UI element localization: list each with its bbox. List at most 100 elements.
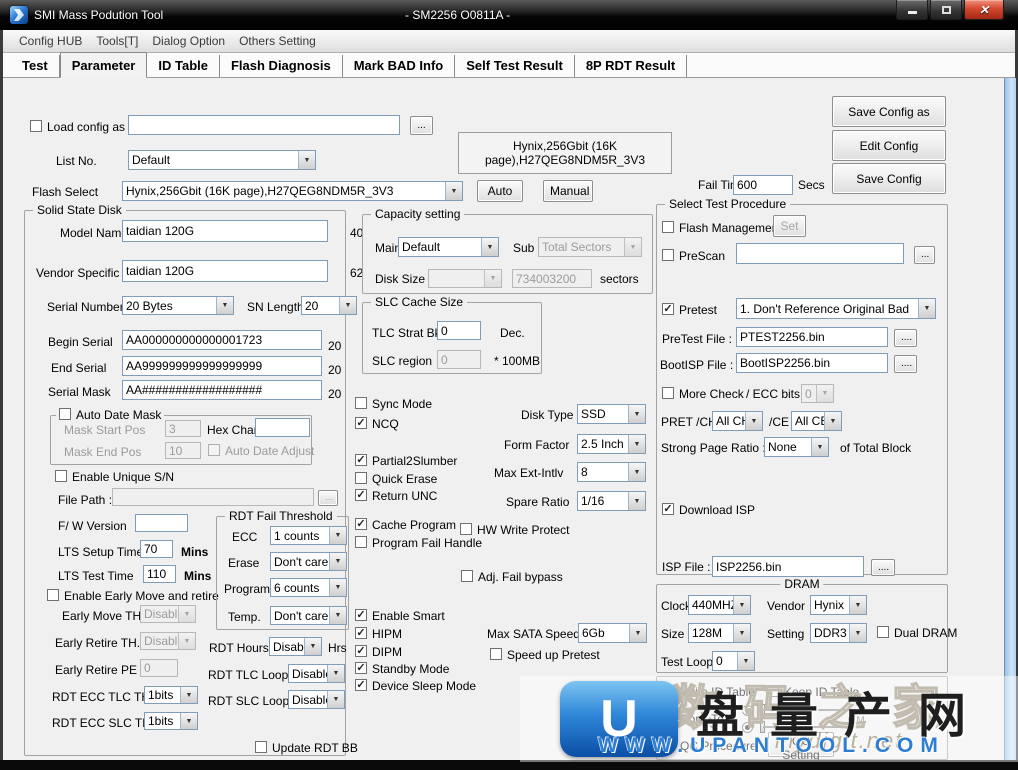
main-capacity-select[interactable]: Default▼ <box>398 237 499 257</box>
rdt-ecc-tlc-th-select[interactable]: 1bits▼ <box>144 686 198 704</box>
form-factor-select[interactable]: 2.5 Inch▼ <box>577 434 646 454</box>
update-rdt-bb-checkbox[interactable]: Update RDT BB <box>255 741 358 755</box>
strong-page-ratio-select[interactable]: None▼ <box>764 437 829 457</box>
serial-mask-input[interactable] <box>122 380 322 400</box>
manual-button[interactable]: Manual <box>543 180 593 202</box>
ncq-checkbox[interactable]: NCQ <box>355 417 399 431</box>
end-serial-input[interactable] <box>122 356 322 376</box>
spare-ratio-select[interactable]: 1/16▼ <box>577 491 646 511</box>
bootisp-file-input[interactable] <box>736 353 888 373</box>
flash-select-dropdown[interactable]: Hynix,256Gbit (16K page),H27QEG8NDM5R_3V… <box>122 181 463 201</box>
max-sata-speed-select[interactable]: 6Gb▼ <box>578 623 647 643</box>
menu-dialog-option[interactable]: Dialog Option <box>152 34 225 48</box>
minimize-button[interactable] <box>896 0 928 20</box>
download-isp-checkbox[interactable]: Download ISP <box>662 503 755 517</box>
fail-timeout-input[interactable] <box>733 175 793 195</box>
hex-char-input[interactable] <box>255 418 310 437</box>
auto-date-mask-checkbox[interactable]: Auto Date Mask <box>56 408 164 422</box>
adj-fail-bypass-checkbox[interactable]: Adj. Fail bypass <box>461 570 563 584</box>
temp-threshold-select[interactable]: Don't care▼ <box>270 606 347 625</box>
rdt-ecc-slc-th-select[interactable]: 1bits▼ <box>144 712 198 730</box>
tab-test[interactable]: Test <box>11 55 60 77</box>
standby-mode-checkbox[interactable]: Standby Mode <box>355 662 449 676</box>
tlc-strat-bk-input[interactable] <box>437 321 481 340</box>
device-sleep-mode-checkbox[interactable]: Device Sleep Mode <box>355 679 476 693</box>
dram-setting-select[interactable]: DDR3▼ <box>810 623 867 643</box>
disk-type-select[interactable]: SSD▼ <box>577 404 646 424</box>
dram-vendor-select[interactable]: Hynix▼ <box>810 595 867 615</box>
slider-1-track[interactable] <box>763 709 856 711</box>
more-check-checkbox[interactable]: More Check <box>662 387 744 401</box>
load-config-input[interactable] <box>128 115 400 135</box>
dram-clock-select[interactable]: 440MHZ▼ <box>688 595 751 615</box>
bootisp-file-browse-button[interactable]: .... <box>894 355 917 373</box>
close-button[interactable] <box>964 0 1004 20</box>
load-config-checkbox[interactable]: Load config as <box>30 120 125 134</box>
save-config-button[interactable]: Save Config <box>832 163 946 194</box>
lts-setup-time-input[interactable] <box>140 540 173 558</box>
copy-test-radio-2[interactable] <box>742 722 753 733</box>
tab-id-table[interactable]: ID Table <box>147 55 220 77</box>
dipm-checkbox[interactable]: DIPM <box>355 645 402 659</box>
rdt-tlc-loops-select[interactable]: Disable▼ <box>288 664 345 683</box>
model-name-input[interactable] <box>122 220 328 242</box>
sn-length-select[interactable]: 20▼ <box>301 296 357 315</box>
isp-file-input[interactable] <box>712 556 864 577</box>
prescan-input[interactable] <box>736 243 904 264</box>
rdt-slc-loops-select[interactable]: Disable▼ <box>288 690 345 709</box>
isp-file-browse-button[interactable]: .... <box>871 559 895 576</box>
prescan-browse-button[interactable]: ... <box>914 246 935 264</box>
tab-self-test-result[interactable]: Self Test Result <box>455 55 575 77</box>
speed-up-pretest-checkbox[interactable]: Speed up Pretest <box>490 648 600 662</box>
vendor-specific-input[interactable] <box>122 260 328 282</box>
fw-version-input[interactable] <box>135 514 188 532</box>
auto-button[interactable]: Auto <box>477 180 523 202</box>
cache-program-checkbox[interactable]: Cache Program <box>355 518 456 532</box>
write-id-table-checkbox[interactable]: Write ID Table <box>663 685 755 699</box>
list-no-select[interactable]: Default▼ <box>128 150 316 170</box>
pretest-checkbox[interactable]: Pretest <box>662 303 717 317</box>
enable-smart-checkbox[interactable]: Enable Smart <box>355 609 445 623</box>
menu-tools[interactable]: Tools[T] <box>96 34 138 48</box>
pretest-mode-select[interactable]: 1. Don't Reference Original Bad▼ <box>736 298 936 319</box>
serial-number-select[interactable]: 20 Bytes▼ <box>122 296 234 315</box>
enable-early-move-checkbox[interactable]: Enable Early Move and retire <box>47 589 219 603</box>
copy-test-radio-1[interactable] <box>742 705 753 716</box>
program-threshold-select[interactable]: 6 counts▼ <box>270 578 347 597</box>
dual-dram-checkbox[interactable]: Dual DRAM <box>877 626 957 640</box>
qc-procedure-checkbox[interactable]: QC Procedure <box>663 739 757 753</box>
other-setting-button[interactable]: Other setting <box>568 687 644 712</box>
edit-config-button[interactable]: Edit Config <box>832 130 946 161</box>
lts-test-time-input[interactable] <box>143 565 176 583</box>
ecc-threshold-select[interactable]: 1 counts▼ <box>270 526 347 545</box>
pretest-file-browse-button[interactable]: .... <box>894 329 917 347</box>
test-loop-select[interactable]: 0▼ <box>712 651 755 671</box>
save-config-as-button[interactable]: Save Config as <box>832 96 946 127</box>
menu-config-hub[interactable]: Config HUB <box>19 34 82 48</box>
pretest-file-input[interactable] <box>736 327 888 347</box>
hipm-checkbox[interactable]: HIPM <box>355 627 402 641</box>
pret-ch-select[interactable]: All CH▼ <box>712 411 763 431</box>
quick-erase-checkbox[interactable]: Quick Erase <box>355 472 437 486</box>
rdt-hours-select[interactable]: Disable▼ <box>269 637 322 656</box>
max-ext-intlv-select[interactable]: 8▼ <box>577 462 646 482</box>
enable-unique-sn-checkbox[interactable]: Enable Unique S/N <box>55 470 174 484</box>
tab-8p-rdt-result[interactable]: 8P RDT Result <box>575 55 687 77</box>
return-unc-checkbox[interactable]: Return UNC <box>355 489 437 503</box>
sync-mode-checkbox[interactable]: Sync Mode <box>355 397 432 411</box>
partial2slumber-checkbox[interactable]: Partial2Slumber <box>355 454 457 468</box>
erase-threshold-select[interactable]: Don't care▼ <box>270 552 347 571</box>
dram-size-select[interactable]: 128M▼ <box>688 623 751 643</box>
load-config-browse-button[interactable]: ... <box>410 116 433 135</box>
qc-setting-button[interactable]: QC Setting <box>768 732 834 757</box>
ce-select[interactable]: All CE▼ <box>791 411 842 431</box>
maximize-button[interactable] <box>930 0 962 20</box>
tab-parameter[interactable]: Parameter <box>60 52 148 78</box>
tab-mark-bad-info[interactable]: Mark BAD Info <box>343 55 456 77</box>
prescan-checkbox[interactable]: PreScan <box>662 249 725 263</box>
menu-others-setting[interactable]: Others Setting <box>239 34 316 48</box>
program-fail-handle-checkbox[interactable]: Program Fail Handle <box>355 536 482 550</box>
copy-test-checkbox[interactable]: Copy Test <box>663 712 733 726</box>
hw-write-protect-checkbox[interactable]: HW Write Protect <box>460 523 569 537</box>
slider-2-track[interactable] <box>763 726 856 728</box>
